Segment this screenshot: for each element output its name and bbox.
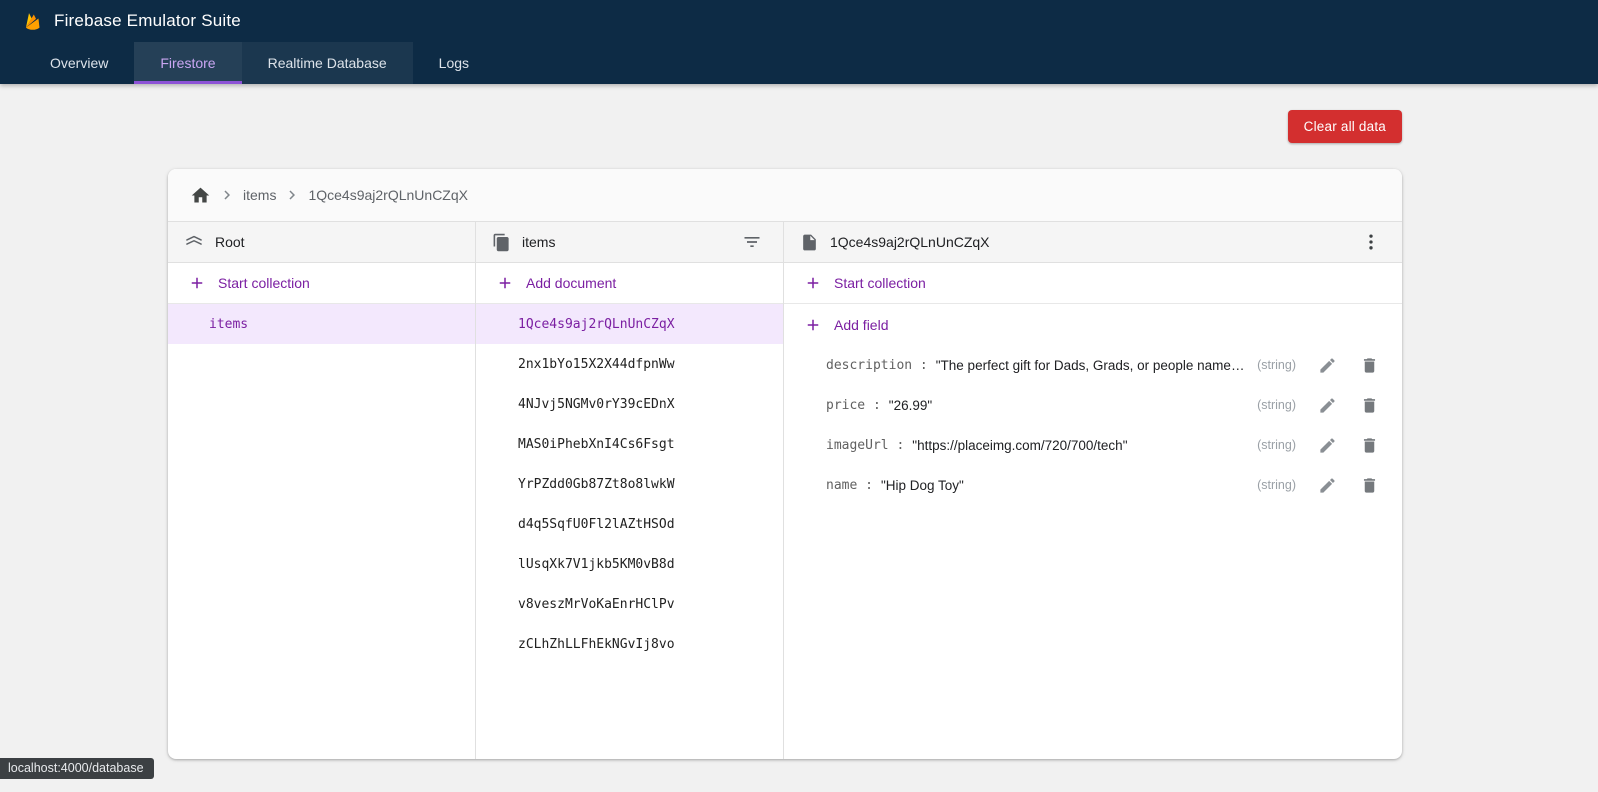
document-row[interactable]: lUsqXk7V1jkb5KM0vB8d bbox=[476, 544, 783, 584]
app-title: Firebase Emulator Suite bbox=[54, 11, 241, 31]
breadcrumb: items 1Qce4s9aj2rQLnUnCZqX bbox=[168, 169, 1402, 222]
firestore-panel-card: items 1Qce4s9aj2rQLnUnCZqX Root bbox=[168, 169, 1402, 759]
edit-icon[interactable] bbox=[1310, 348, 1344, 382]
field-type: (string) bbox=[1257, 358, 1296, 372]
document-icon bbox=[800, 233, 819, 252]
toolbar: Clear all data bbox=[0, 84, 1598, 143]
document-panel-header: 1Qce4s9aj2rQLnUnCZqX bbox=[784, 222, 1402, 263]
delete-icon[interactable] bbox=[1352, 348, 1386, 382]
field-value: "https://placeimg.com/720/700/tech" bbox=[912, 438, 1249, 453]
add-icon bbox=[804, 274, 822, 292]
document-row[interactable]: 1Qce4s9aj2rQLnUnCZqX bbox=[476, 304, 783, 344]
document-row[interactable]: d4q5SqfU0Fl2lAZtHSOd bbox=[476, 504, 783, 544]
delete-icon[interactable] bbox=[1352, 468, 1386, 502]
root-panel-header: Root bbox=[168, 222, 475, 263]
breadcrumb-document[interactable]: 1Qce4s9aj2rQLnUnCZqX bbox=[308, 187, 468, 203]
field-row: name "Hip Dog Toy" (string) bbox=[784, 465, 1402, 505]
more-vert-icon[interactable] bbox=[1354, 225, 1388, 259]
collection-icon bbox=[492, 233, 511, 252]
tab-realtime-database[interactable]: Realtime Database bbox=[242, 42, 413, 84]
home-icon[interactable] bbox=[190, 185, 211, 206]
add-document-label: Add document bbox=[526, 275, 616, 291]
document-row[interactable]: MAS0iPhebXnI4Cs6Fsgt bbox=[476, 424, 783, 464]
field-row: price "26.99" (string) bbox=[784, 385, 1402, 425]
status-bar: localhost:4000/database bbox=[0, 758, 154, 779]
field-value: "26.99" bbox=[889, 398, 1249, 413]
add-field-label: Add field bbox=[834, 317, 888, 333]
document-row[interactable]: v8veszMrVoKaEnrHClPv bbox=[476, 584, 783, 624]
field-row: imageUrl "https://placeimg.com/720/700/t… bbox=[784, 425, 1402, 465]
field-type: (string) bbox=[1257, 398, 1296, 412]
root-panel: Root Start collection items bbox=[168, 222, 476, 759]
add-document-button[interactable]: Add document bbox=[476, 263, 783, 304]
start-collection-button[interactable]: Start collection bbox=[168, 263, 475, 304]
add-icon bbox=[188, 274, 206, 292]
start-collection-label: Start collection bbox=[834, 275, 926, 291]
breadcrumb-collection[interactable]: items bbox=[243, 187, 276, 203]
collection-row-items[interactable]: items bbox=[168, 304, 475, 344]
field-name: name bbox=[826, 478, 873, 493]
field-row: description "The perfect gift for Dads, … bbox=[784, 345, 1402, 385]
document-panel-title: 1Qce4s9aj2rQLnUnCZqX bbox=[830, 234, 990, 250]
edit-icon[interactable] bbox=[1310, 388, 1344, 422]
collection-panel-title: items bbox=[522, 234, 555, 250]
field-value: "The perfect gift for Dads, Grads, or pe… bbox=[936, 358, 1249, 373]
document-row[interactable]: zCLhZhLLFhEkNGvIj8vo bbox=[476, 624, 783, 664]
field-value: "Hip Dog Toy" bbox=[881, 478, 1249, 493]
app-header: Firebase Emulator Suite Overview Firesto… bbox=[0, 0, 1598, 84]
edit-icon[interactable] bbox=[1310, 428, 1344, 462]
field-name: description bbox=[826, 358, 928, 373]
firebase-logo-icon bbox=[22, 9, 43, 33]
tab-logs[interactable]: Logs bbox=[413, 42, 495, 84]
document-panel: 1Qce4s9aj2rQLnUnCZqX Start collection bbox=[784, 222, 1402, 759]
add-field-button[interactable]: Add field bbox=[784, 304, 1402, 345]
document-row[interactable]: YrPZdd0Gb87Zt8o8lwkW bbox=[476, 464, 783, 504]
chevron-right-icon bbox=[283, 186, 301, 204]
document-row[interactable]: 4NJvj5NGMv0rY39cEDnX bbox=[476, 384, 783, 424]
collection-panel: items Add document 1Qce4s9aj2rQLnUnCZqX … bbox=[476, 222, 784, 759]
root-panel-title: Root bbox=[215, 234, 245, 250]
start-collection-button[interactable]: Start collection bbox=[784, 263, 1402, 304]
delete-icon[interactable] bbox=[1352, 388, 1386, 422]
start-collection-label: Start collection bbox=[218, 275, 310, 291]
document-row[interactable]: 2nx1bYo15X2X44dfpnWw bbox=[476, 344, 783, 384]
title-row: Firebase Emulator Suite bbox=[0, 0, 1598, 42]
tab-firestore[interactable]: Firestore bbox=[134, 42, 241, 84]
field-name: imageUrl bbox=[826, 438, 904, 453]
add-icon bbox=[804, 316, 822, 334]
field-name: price bbox=[826, 398, 881, 413]
field-type: (string) bbox=[1257, 478, 1296, 492]
tab-bar: Overview Firestore Realtime Database Log… bbox=[0, 42, 1598, 84]
chevron-right-icon bbox=[218, 186, 236, 204]
root-icon bbox=[184, 232, 204, 252]
filter-icon[interactable] bbox=[735, 225, 769, 259]
tab-overview[interactable]: Overview bbox=[24, 42, 134, 84]
edit-icon[interactable] bbox=[1310, 468, 1344, 502]
collection-panel-header: items bbox=[476, 222, 783, 263]
field-type: (string) bbox=[1257, 438, 1296, 452]
panels: Root Start collection items items bbox=[168, 222, 1402, 759]
clear-all-data-button[interactable]: Clear all data bbox=[1288, 110, 1402, 143]
app-root: Firebase Emulator Suite Overview Firesto… bbox=[0, 0, 1598, 792]
add-icon bbox=[496, 274, 514, 292]
delete-icon[interactable] bbox=[1352, 428, 1386, 462]
